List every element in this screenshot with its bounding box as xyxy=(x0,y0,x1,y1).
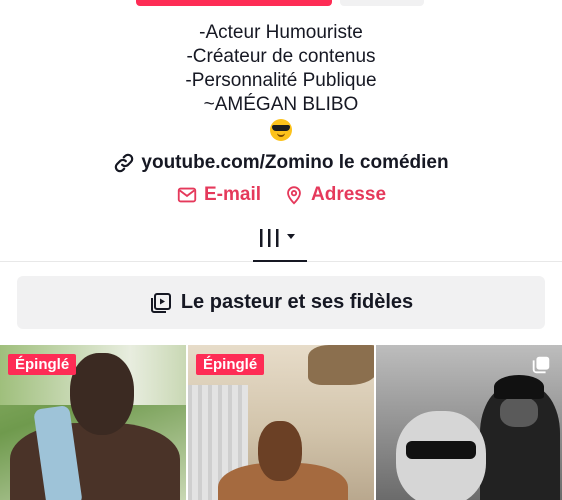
content-tabs xyxy=(0,214,562,262)
playlist-icon xyxy=(150,292,171,313)
message-button[interactable] xyxy=(340,0,424,6)
multi-video-icon xyxy=(532,356,550,374)
playlist-button[interactable]: Le pasteur et ses fidèles xyxy=(17,276,545,329)
location-pin-icon xyxy=(287,186,301,205)
profile-link[interactable]: youtube.com/Zomino le comédien xyxy=(0,152,562,174)
profile-bio: -Acteur Humouriste -Créateur de contenus… xyxy=(0,21,562,141)
bio-line: -Personnalité Publique xyxy=(185,70,377,91)
bio-emoji-line xyxy=(0,119,562,141)
pinned-badge: Épinglé xyxy=(8,354,77,375)
address-button[interactable]: Adresse xyxy=(283,184,386,206)
contact-row: E-mail Adresse xyxy=(0,184,562,206)
address-label: Adresse xyxy=(311,184,387,205)
email-button[interactable]: E-mail xyxy=(176,184,261,206)
bio-line: ~AMÉGAN BLIBO xyxy=(203,94,359,115)
video-thumbnail[interactable]: Épinglé xyxy=(0,345,186,500)
profile-link-text[interactable]: youtube.com/Zomino le comédien xyxy=(141,152,448,174)
active-tab-indicator xyxy=(253,260,307,262)
playlist-label: Le pasteur et ses fidèles xyxy=(180,291,414,313)
sunglasses-emoji-icon xyxy=(270,119,292,141)
follow-button[interactable] xyxy=(136,0,332,6)
bio-line: -Créateur de contenus xyxy=(186,46,376,67)
bio-line: -Acteur Humouriste xyxy=(199,22,363,43)
video-thumbnail[interactable]: Épinglé xyxy=(188,345,374,500)
tab-videos[interactable] xyxy=(253,214,307,262)
video-thumbnail[interactable] xyxy=(376,345,562,500)
video-grid: Épinglé Épinglé xyxy=(0,345,562,500)
pinned-badge: Épinglé xyxy=(196,354,265,375)
action-buttons xyxy=(0,0,562,6)
link-icon xyxy=(115,153,134,173)
grid-icon xyxy=(260,229,295,247)
mail-icon xyxy=(177,187,197,203)
email-label: E-mail xyxy=(203,184,262,205)
